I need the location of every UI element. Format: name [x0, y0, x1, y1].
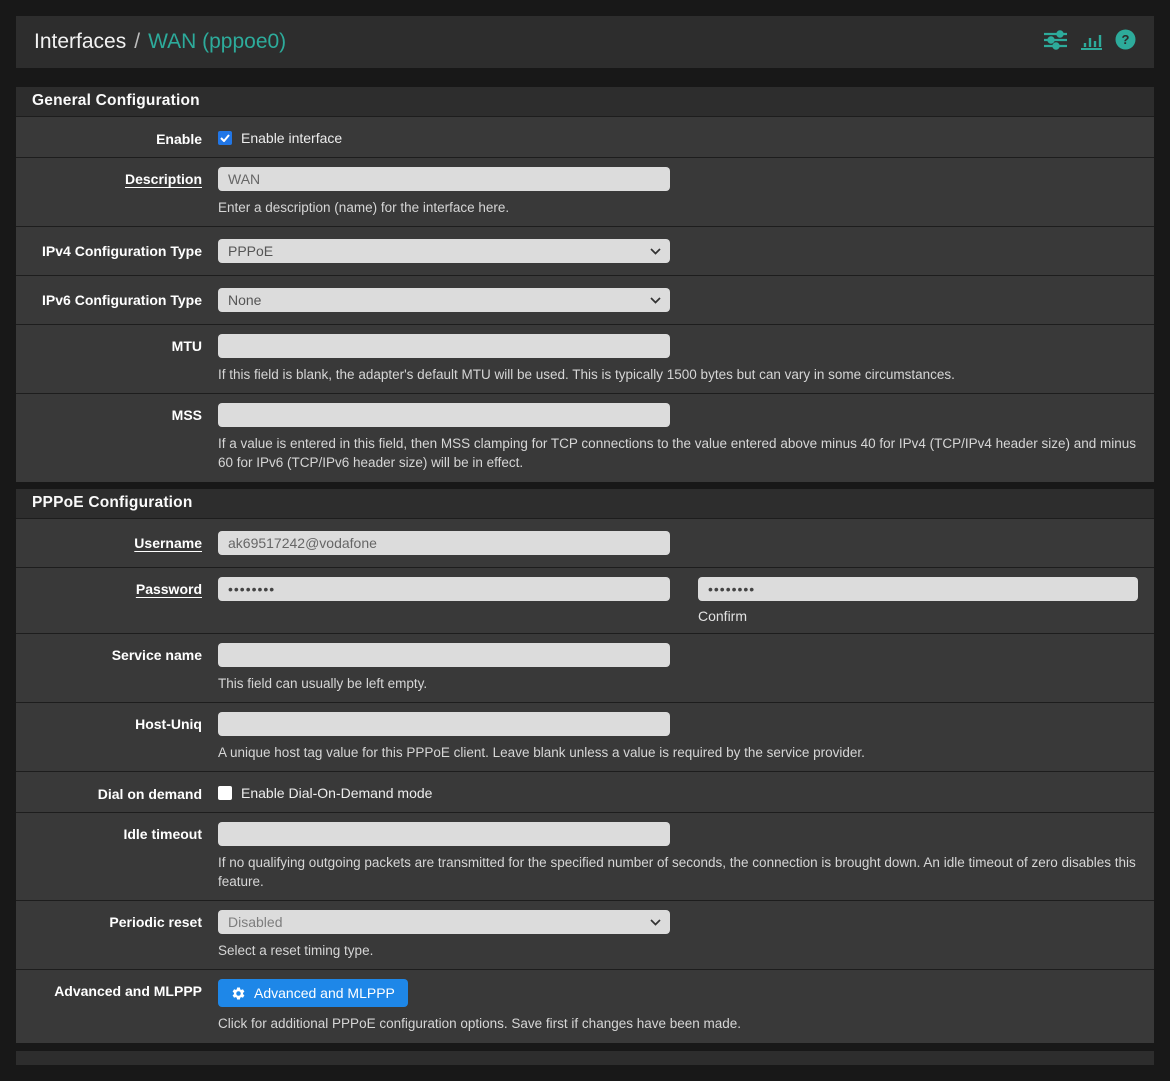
- breadcrumb-separator: /: [134, 30, 140, 53]
- row-mtu: MTU If this field is blank, the adapter'…: [16, 324, 1154, 393]
- breadcrumb-page: WAN (pppoe0): [148, 30, 286, 53]
- field-label: Idle timeout: [16, 822, 218, 891]
- panel-title: General Configuration: [16, 87, 1154, 117]
- row-mss: MSS If a value is entered in this field,…: [16, 393, 1154, 481]
- sliders-icon[interactable]: [1043, 30, 1068, 55]
- bar-chart-icon[interactable]: [1081, 30, 1102, 55]
- field-help: Enter a description (name) for the inter…: [218, 198, 1138, 217]
- help-icon[interactable]: ?: [1115, 29, 1136, 55]
- password-confirm-input[interactable]: [698, 577, 1138, 601]
- field-help: If a value is entered in this field, the…: [218, 434, 1138, 472]
- field-help: A unique host tag value for this PPPoE c…: [218, 743, 1138, 762]
- field-label: Username: [16, 531, 218, 555]
- field-help: This field can usually be left empty.: [218, 674, 1138, 693]
- row-idle-timeout: Idle timeout If no qualifying outgoing p…: [16, 812, 1154, 900]
- advanced-and-mlppp-button[interactable]: Advanced and MLPPP: [218, 979, 408, 1007]
- gear-icon: [231, 986, 246, 1001]
- panel-title: PPPoE Configuration: [16, 489, 1154, 519]
- checkbox-label: Enable interface: [241, 130, 342, 146]
- field-help: If this field is blank, the adapter's de…: [218, 365, 1138, 384]
- field-label: Password: [16, 577, 218, 624]
- enable-interface-checkbox[interactable]: [218, 131, 232, 145]
- panel-pppoe-configuration: PPPoE Configuration Username Password Co…: [16, 489, 1154, 1043]
- breadcrumb-bar: Interfaces / WAN (pppoe0): [16, 16, 1154, 68]
- field-label: Dial on demand: [16, 782, 218, 802]
- field-label: IPv6 Configuration Type: [16, 288, 218, 312]
- ipv4-configuration-type-select[interactable]: PPPoE: [218, 239, 670, 263]
- field-label: Enable: [16, 127, 218, 147]
- row-service-name: Service name This field can usually be l…: [16, 633, 1154, 702]
- row-enable: Enable Enable interface: [16, 117, 1154, 157]
- panel-general-configuration: General Configuration Enable Enable inte…: [16, 87, 1154, 482]
- row-advanced-and-mlppp: Advanced and MLPPP Advanced and MLPPP Cl…: [16, 969, 1154, 1042]
- dial-on-demand-checkbox[interactable]: [218, 786, 232, 800]
- button-label: Advanced and MLPPP: [254, 985, 395, 1001]
- confirm-label: Confirm: [698, 608, 1138, 624]
- username-input[interactable]: [218, 531, 670, 555]
- row-ipv6-configuration-type: IPv6 Configuration Type None: [16, 275, 1154, 324]
- field-label: Service name: [16, 643, 218, 693]
- breadcrumb: Interfaces / WAN (pppoe0): [34, 30, 286, 54]
- header-toolbar: ?: [1043, 29, 1136, 55]
- row-password: Password Confirm: [16, 567, 1154, 633]
- field-label: MTU: [16, 334, 218, 384]
- field-label: Description: [16, 167, 218, 217]
- field-help: If no qualifying outgoing packets are tr…: [218, 853, 1138, 891]
- row-host-uniq: Host-Uniq A unique host tag value for th…: [16, 702, 1154, 771]
- field-help: Select a reset timing type.: [218, 941, 1138, 960]
- row-periodic-reset: Periodic reset Disabled Select a reset t…: [16, 900, 1154, 969]
- periodic-reset-select[interactable]: Disabled: [218, 910, 670, 934]
- row-dial-on-demand: Dial on demand Enable Dial-On-Demand mod…: [16, 771, 1154, 812]
- row-description: Description Enter a description (name) f…: [16, 157, 1154, 226]
- field-label: Host-Uniq: [16, 712, 218, 762]
- row-ipv4-configuration-type: IPv4 Configuration Type PPPoE: [16, 226, 1154, 275]
- breadcrumb-section: Interfaces: [34, 30, 126, 53]
- host-uniq-input[interactable]: [218, 712, 670, 736]
- idle-timeout-input[interactable]: [218, 822, 670, 846]
- mss-input[interactable]: [218, 403, 670, 427]
- field-label: MSS: [16, 403, 218, 472]
- svg-text:?: ?: [1122, 32, 1130, 47]
- field-help: Click for additional PPPoE configuration…: [218, 1014, 1138, 1033]
- ipv6-configuration-type-select[interactable]: None: [218, 288, 670, 312]
- mtu-input[interactable]: [218, 334, 670, 358]
- service-name-input[interactable]: [218, 643, 670, 667]
- password-input[interactable]: [218, 577, 670, 601]
- field-label: Periodic reset: [16, 910, 218, 960]
- page: Interfaces / WAN (pppoe0): [0, 0, 1170, 1081]
- next-panel-header-partial: [16, 1051, 1154, 1065]
- checkbox-label: Enable Dial-On-Demand mode: [241, 785, 432, 801]
- description-input[interactable]: [218, 167, 670, 191]
- field-label: Advanced and MLPPP: [16, 979, 218, 1033]
- field-label: IPv4 Configuration Type: [16, 239, 218, 263]
- row-username: Username: [16, 519, 1154, 567]
